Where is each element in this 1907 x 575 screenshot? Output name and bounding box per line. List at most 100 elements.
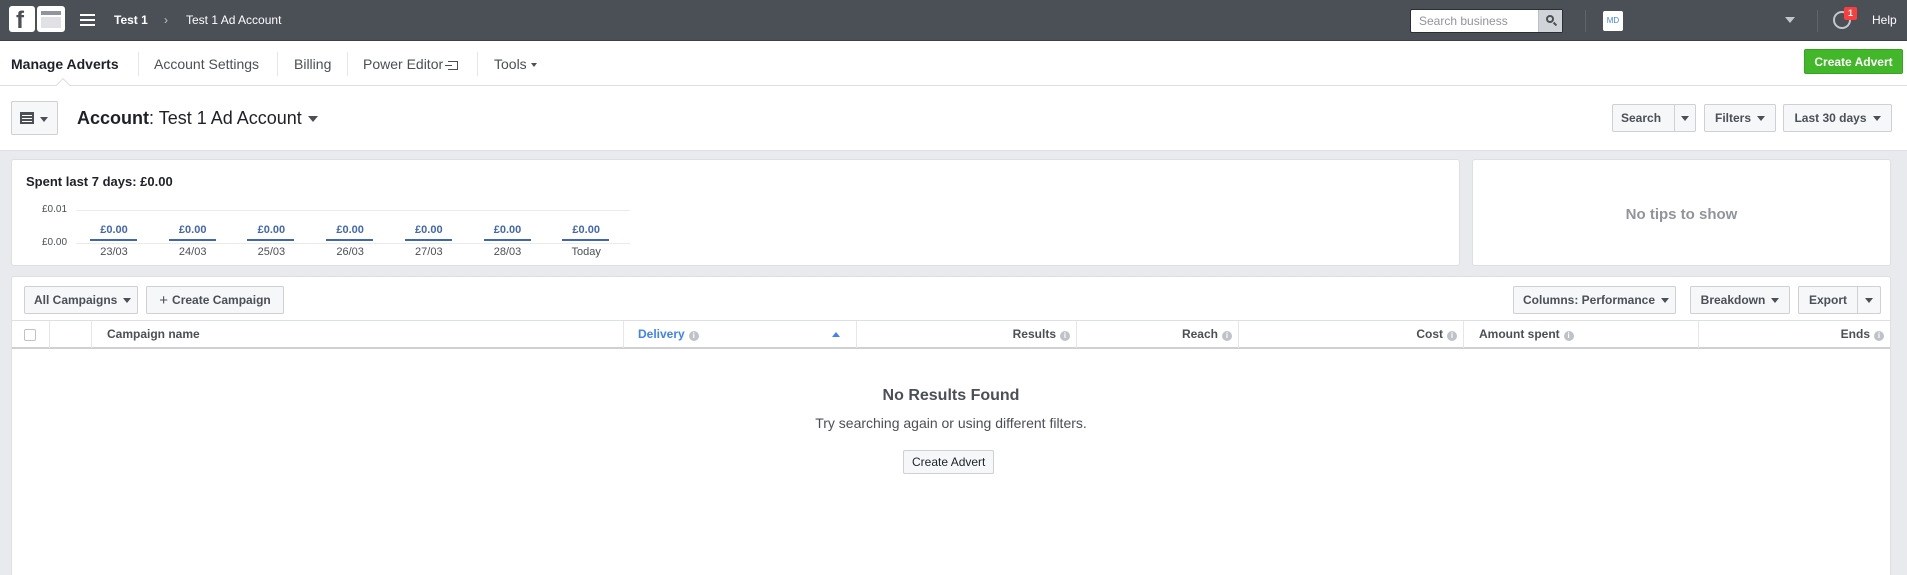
- secondary-nav: Manage Adverts Account Settings Billing …: [0, 41, 1907, 93]
- x-tick-label: Today: [571, 246, 601, 258]
- breadcrumb-business[interactable]: Test 1: [114, 13, 148, 27]
- search-options-dropdown[interactable]: [1674, 104, 1696, 132]
- campaign-filter-dropdown[interactable]: All Campaigns: [24, 286, 138, 314]
- account-header: Account: Test 1 Ad Account Search Filter…: [0, 86, 1907, 151]
- export-options-dropdown[interactable]: [1857, 286, 1881, 314]
- column-ends[interactable]: Ends i: [1699, 321, 1890, 348]
- bar-value-label: £0.00: [178, 224, 207, 236]
- divider: [277, 52, 278, 76]
- bar-mark: [90, 239, 137, 241]
- breakdown-dropdown[interactable]: Breakdown: [1690, 286, 1790, 314]
- empty-state-subtitle: Try searching again or using different f…: [815, 415, 1087, 431]
- info-icon[interactable]: i: [1874, 331, 1884, 341]
- tab-power-editor[interactable]: Power Editor: [363, 56, 459, 72]
- business-pages-icon[interactable]: [37, 6, 65, 32]
- account-label: Account: [77, 108, 149, 128]
- caret-down-icon: [1681, 116, 1689, 122]
- search-icon[interactable]: [1538, 10, 1562, 32]
- bar-mark: [247, 239, 295, 241]
- notification-badge: 1: [1844, 7, 1857, 20]
- breakdown-label: Breakdown: [1700, 293, 1766, 307]
- campaign-filter-label: All Campaigns: [34, 293, 118, 307]
- tab-billing[interactable]: Billing: [294, 56, 331, 72]
- caret-down-icon: [1757, 116, 1765, 122]
- create-campaign-button[interactable]: + Create Campaign: [146, 286, 284, 314]
- tab-manage-adverts[interactable]: Manage Adverts: [11, 56, 119, 72]
- x-tick-label: 25/03: [257, 246, 286, 258]
- spend-card: Spent last 7 days: £0.00 £0.01 £0.00 £0.…: [11, 159, 1460, 266]
- column-delivery-label: Delivery: [638, 327, 685, 341]
- table-header: Campaign name Delivery i Results i Reach i …: [12, 320, 1890, 349]
- columns-dropdown[interactable]: Columns: Performance: [1513, 286, 1676, 314]
- tab-account-settings[interactable]: Account Settings: [154, 56, 259, 72]
- bar-value-label: £0.00: [572, 224, 600, 236]
- account-name: Test 1 Ad Account: [158, 108, 302, 128]
- caret-down-icon: [530, 63, 537, 68]
- info-icon[interactable]: i: [1563, 331, 1574, 341]
- chevron-down-icon[interactable]: [1785, 17, 1795, 23]
- empty-create-advert-button[interactable]: Create Advert: [903, 450, 995, 474]
- column-amount-spent[interactable]: Amount spent i: [1464, 321, 1699, 348]
- breadcrumb-ad-account[interactable]: Test 1 Ad Account: [186, 13, 281, 27]
- divider: [1585, 10, 1586, 32]
- column-campaign-name[interactable]: Campaign name: [92, 321, 624, 348]
- create-advert-button[interactable]: Create Advert: [1804, 49, 1903, 74]
- document-icon: [20, 112, 34, 124]
- avatar[interactable]: MD: [1603, 11, 1623, 31]
- info-icon[interactable]: i: [688, 331, 699, 341]
- toggle-column-header: [50, 321, 92, 348]
- column-ends-label: Ends: [1840, 327, 1870, 341]
- tips-empty-text: No tips to show: [1625, 206, 1738, 223]
- date-range-label: Last 30 days: [1794, 111, 1867, 125]
- divider: [138, 52, 139, 76]
- tips-card: No tips to show: [1472, 159, 1891, 266]
- select-all-checkbox[interactable]: [24, 329, 36, 341]
- column-amount-spent-label: Amount spent: [1479, 327, 1560, 341]
- caret-down-icon: [1661, 298, 1670, 304]
- search-business-input[interactable]: [1411, 10, 1539, 32]
- info-icon[interactable]: i: [1222, 331, 1232, 341]
- column-results[interactable]: Results i: [857, 321, 1077, 348]
- tab-tools-label: Tools: [494, 56, 527, 72]
- caret-down-icon: [123, 298, 132, 304]
- empty-state-title: No Results Found: [882, 387, 1020, 404]
- bar-mark: [483, 239, 531, 241]
- select-all-cell: [12, 321, 50, 348]
- help-link[interactable]: Help: [1872, 13, 1897, 27]
- column-cost[interactable]: Cost i: [1239, 321, 1464, 348]
- facebook-logo-icon[interactable]: f: [9, 6, 35, 34]
- account-selector[interactable]: Account: Test 1 Ad Account: [77, 108, 318, 129]
- grid-line: [76, 210, 630, 211]
- caret-down-icon: [40, 117, 48, 122]
- x-tick-label: 24/03: [178, 246, 207, 258]
- y-tick-label: £0.00: [42, 237, 68, 248]
- bar-value-label: £0.00: [257, 224, 286, 236]
- tab-tools[interactable]: Tools: [494, 56, 537, 72]
- bar-value-label: £0.00: [100, 224, 128, 236]
- column-results-label: Results: [1012, 327, 1056, 341]
- x-tick-label: 26/03: [336, 246, 364, 258]
- grid-line: [76, 243, 630, 244]
- column-delivery[interactable]: Delivery i: [624, 321, 857, 348]
- info-icon[interactable]: i: [1447, 331, 1457, 341]
- bar-value-label: £0.00: [336, 224, 364, 236]
- x-tick-label: 28/03: [493, 246, 522, 258]
- divider: [347, 52, 348, 76]
- y-tick-label: £0.01: [42, 204, 68, 215]
- bar-mark: [326, 239, 374, 241]
- info-icon[interactable]: i: [1060, 331, 1070, 341]
- bar-value-label: £0.00: [415, 224, 443, 236]
- filters-button[interactable]: Filters: [1704, 104, 1776, 132]
- caret-down-icon: [1872, 116, 1881, 122]
- date-range-button[interactable]: Last 30 days: [1783, 104, 1892, 132]
- menu-icon[interactable]: [80, 14, 95, 26]
- chevron-right-icon: ›: [164, 13, 168, 27]
- export-button[interactable]: Export: [1798, 286, 1858, 314]
- column-reach-label: Reach: [1181, 327, 1218, 341]
- spend-title: Spent last 7 days: £0.00: [26, 174, 173, 189]
- column-reach[interactable]: Reach i: [1077, 321, 1239, 348]
- caret-down-icon: [307, 116, 318, 123]
- view-switcher-button[interactable]: [11, 101, 58, 135]
- columns-label: Columns: Performance: [1523, 293, 1656, 307]
- x-tick-label: 23/03: [100, 246, 128, 258]
